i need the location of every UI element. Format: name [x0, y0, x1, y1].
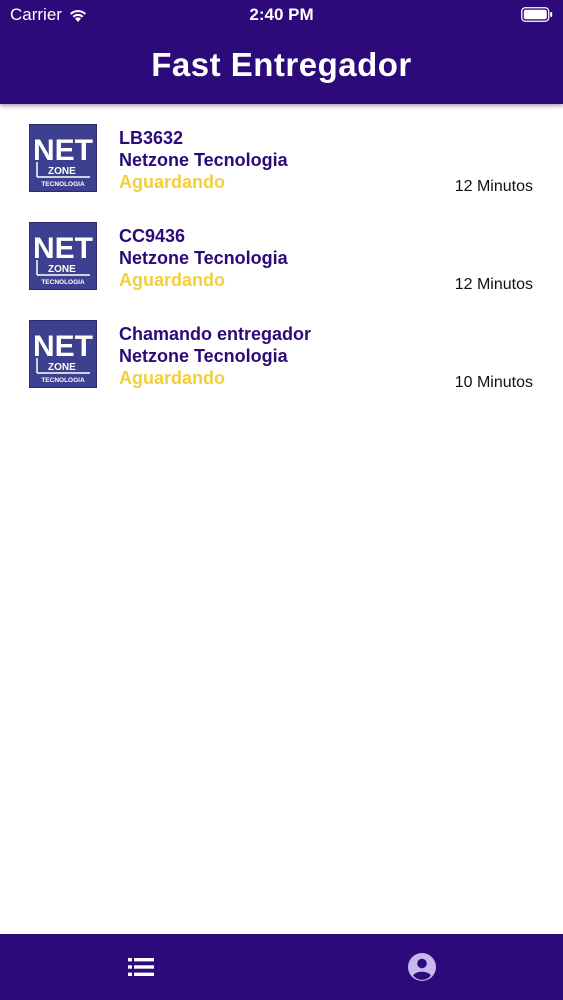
order-status: Aguardando	[119, 270, 225, 290]
account-circle-icon	[407, 953, 436, 981]
logo-text-tecnologia: TECNOLOGIA	[41, 279, 85, 286]
status-time: 2:40 PM	[249, 5, 314, 24]
logo-text-zone: ZONE	[48, 362, 76, 373]
tab-orders[interactable]	[0, 934, 281, 1000]
order-company: Netzone Tecnologia	[119, 248, 288, 268]
order-status: Aguardando	[119, 172, 225, 192]
order-code: LB3632	[119, 128, 184, 148]
company-logo: NET ZONE TECNOLOGIA	[29, 124, 97, 192]
tab-profile[interactable]	[281, 934, 562, 1000]
company-logo: NET ZONE TECNOLOGIA	[29, 222, 97, 290]
page-title: Fast Entregador	[151, 46, 412, 83]
order-code: CC9436	[119, 226, 186, 246]
logo-text-net: NET	[33, 134, 93, 167]
battery-icon	[521, 7, 553, 22]
status-bar: Carrier 2:40 PM	[0, 0, 563, 30]
logo-text-net: NET	[33, 232, 93, 265]
order-time: 12 Minutos	[454, 178, 533, 195]
app-header: Carrier 2:40 PM Fast Entregador	[0, 0, 563, 104]
orders-list: NET ZONE TECNOLOGIA LB3632 Netzone Tecno…	[0, 104, 563, 398]
company-logo: NET ZONE TECNOLOGIA	[29, 320, 97, 388]
order-time: 10 Minutos	[454, 374, 533, 391]
bottom-tab-bar	[0, 934, 563, 1000]
order-row[interactable]: NET ZONE TECNOLOGIA Chamando entregador …	[0, 300, 563, 398]
logo-text-net: NET	[33, 330, 93, 363]
order-time: 12 Minutos	[454, 276, 533, 293]
list-icon	[127, 958, 154, 976]
order-company: Netzone Tecnologia	[119, 346, 288, 366]
logo-text-tecnologia: TECNOLOGIA	[41, 377, 85, 384]
order-code: Chamando entregador	[119, 324, 312, 344]
logo-text-zone: ZONE	[48, 264, 76, 275]
logo-text-zone: ZONE	[48, 166, 76, 177]
order-row[interactable]: NET ZONE TECNOLOGIA CC9436 Netzone Tecno…	[0, 202, 563, 300]
logo-text-tecnologia: TECNOLOGIA	[41, 181, 85, 188]
order-status: Aguardando	[119, 368, 225, 388]
order-row[interactable]: NET ZONE TECNOLOGIA LB3632 Netzone Tecno…	[0, 104, 563, 202]
order-company: Netzone Tecnologia	[119, 150, 288, 170]
